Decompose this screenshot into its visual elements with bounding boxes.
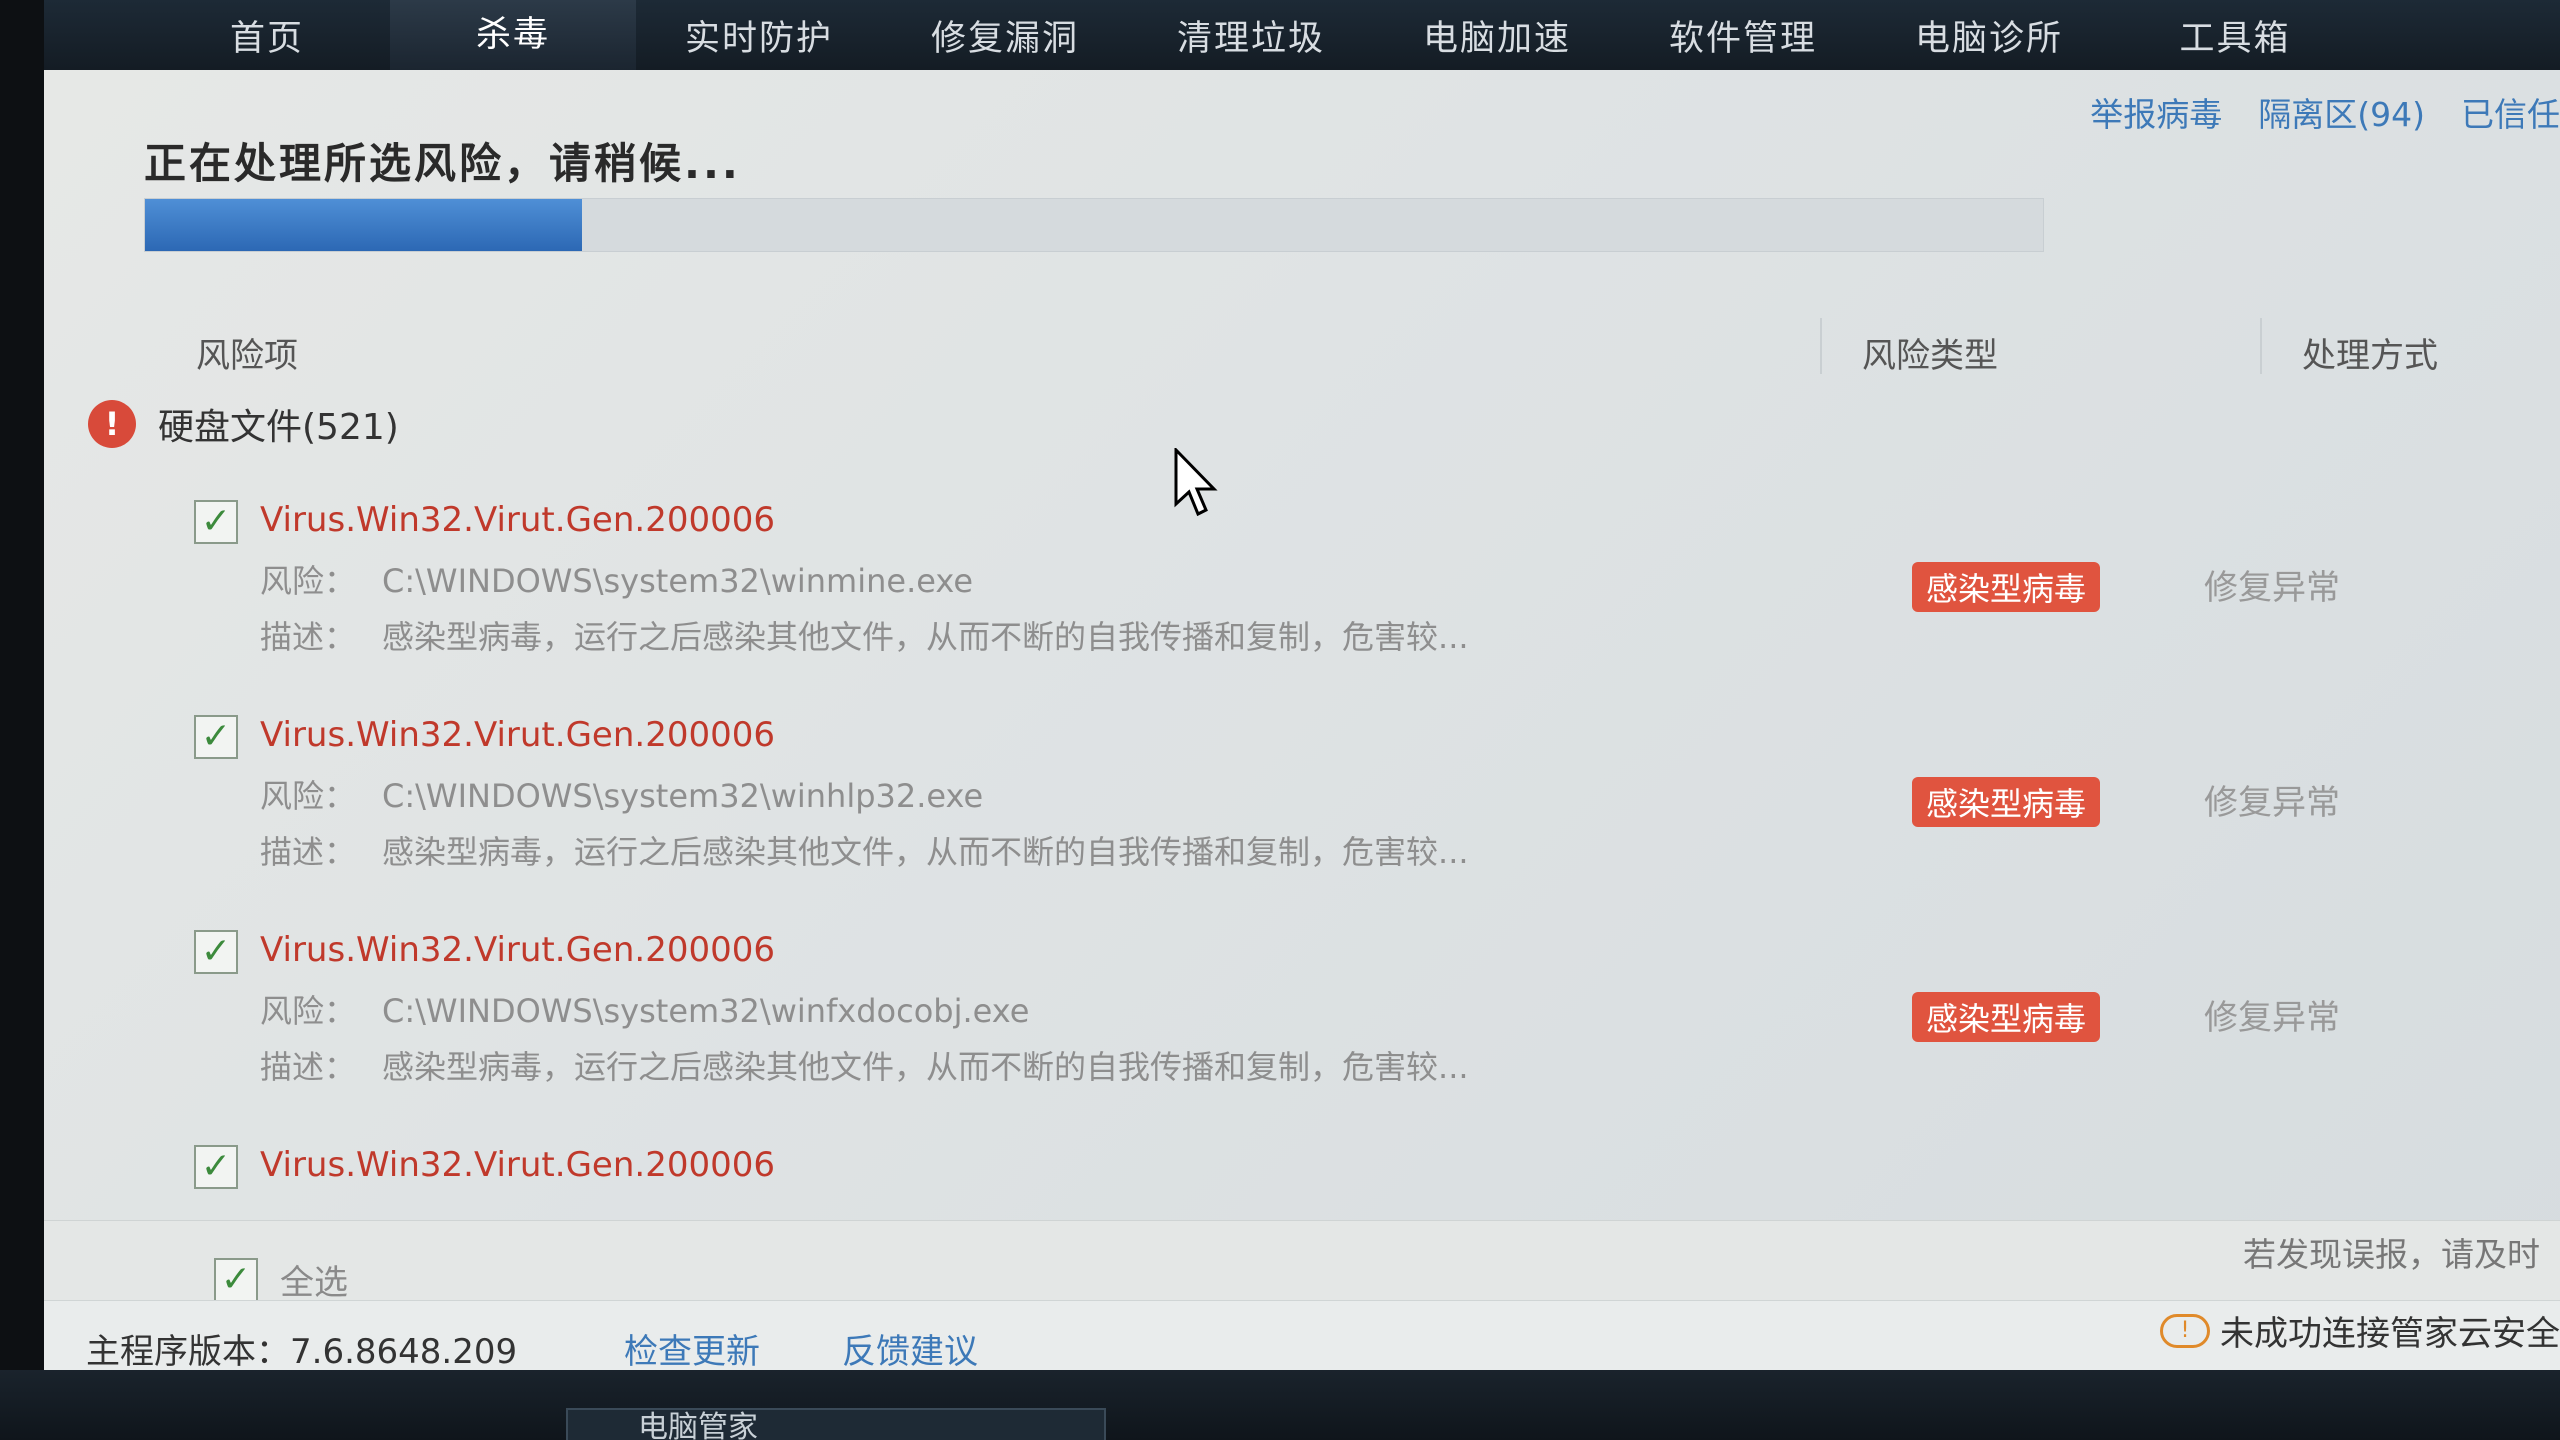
description-label: 描述：	[260, 833, 357, 871]
description-value: 感染型病毒，运行之后感染其他文件，从而不断的自我传播和复制，危害较...	[382, 618, 1469, 656]
risk-description: 描述： 感染型病毒，运行之后感染其他文件，从而不断的自我传播和复制，危害较...	[260, 1042, 1469, 1088]
mouse-cursor-icon	[1174, 448, 1218, 517]
column-risk-item: 风险项	[196, 336, 298, 376]
misreport-note: 若发现误报，请及时	[2243, 1235, 2540, 1274]
risk-label: 风险：	[260, 562, 357, 600]
description-label: 描述：	[260, 1048, 357, 1086]
risk-type-badge: 感染型病毒	[1912, 562, 2101, 612]
risk-path-value: C:\WINDOWS\system32\winmine.exe	[382, 562, 973, 600]
risk-path-value: C:\WINDOWS\system32\winhlp32.exe	[382, 777, 984, 815]
risk-path: 风险： C:\WINDOWS\system32\winfxdocobj.exe	[260, 986, 1029, 1032]
risk-path-value: C:\WINDOWS\system32\winfxdocobj.exe	[382, 992, 1030, 1030]
bottom-bar	[44, 1220, 2560, 1300]
screen-bezel	[0, 0, 44, 1440]
group-header[interactable]: ! 硬盘文件(521)	[88, 398, 399, 450]
check-update-link[interactable]: 检查更新	[624, 1324, 760, 1373]
cloud-status[interactable]: ! 未成功连接管家云安全	[2160, 1306, 2560, 1355]
item-checkbox[interactable]: ✓	[194, 1145, 238, 1189]
description-value: 感染型病毒，运行之后感染其他文件，从而不断的自我传播和复制，危害较...	[382, 1048, 1469, 1086]
action-status: 修复异常	[2204, 783, 2340, 823]
select-all-checkbox[interactable]: ✓	[214, 1257, 258, 1302]
risk-type-badge: 感染型病毒	[1912, 777, 2101, 827]
risk-description: 描述： 感染型病毒，运行之后感染其他文件，从而不断的自我传播和复制，危害较...	[260, 612, 1469, 658]
progress-bar	[144, 198, 2044, 252]
nav-clean-junk[interactable]: 清理垃圾	[1128, 10, 1374, 61]
list-item: ✓ Virus.Win32.Virut.Gen.200006	[194, 1145, 2494, 1220]
nav-realtime-protection[interactable]: 实时防护	[636, 10, 882, 61]
nav-pc-clinic[interactable]: 电脑诊所	[1866, 10, 2112, 61]
risk-label: 风险：	[260, 992, 357, 1030]
progress-fill	[145, 199, 582, 251]
scan-panel: 举报病毒 隔离区(94) 已信任 正在处理所选风险，请稍候... 风险项 风险类…	[44, 70, 2560, 1373]
risk-label: 风险：	[260, 777, 357, 815]
virus-name: Virus.Win32.Virut.Gen.200006	[260, 500, 775, 540]
virus-name: Virus.Win32.Virut.Gen.200006	[260, 715, 775, 755]
action-status: 修复异常	[2204, 998, 2340, 1038]
warning-icon: !	[88, 400, 136, 448]
report-virus-link[interactable]: 举报病毒	[2090, 88, 2222, 136]
item-checkbox[interactable]: ✓	[194, 930, 238, 974]
nav-software-manager[interactable]: 软件管理	[1620, 10, 1866, 61]
description-value: 感染型病毒，运行之后感染其他文件，从而不断的自我传播和复制，危害较...	[382, 833, 1469, 871]
top-nav: 首页 杀毒 实时防护 修复漏洞 清理垃圾 电脑加速 软件管理 电脑诊所 工具箱	[44, 0, 2560, 70]
risk-description: 描述： 感染型病毒，运行之后感染其他文件，从而不断的自我传播和复制，危害较...	[260, 827, 1469, 873]
trusted-link[interactable]: 已信任	[2461, 88, 2560, 136]
taskbar	[0, 1370, 2560, 1440]
status-title: 正在处理所选风险，请稍候...	[144, 139, 741, 188]
action-status: 修复异常	[2204, 568, 2340, 608]
column-divider	[2260, 318, 2262, 374]
nav-toolbox[interactable]: 工具箱	[2112, 10, 2358, 61]
feedback-link[interactable]: 反馈建议	[842, 1324, 978, 1373]
quarantine-link[interactable]: 隔离区(94)	[2258, 88, 2425, 136]
cloud-warning-icon: !	[2160, 1313, 2210, 1348]
nav-speedup[interactable]: 电脑加速	[1374, 10, 1620, 61]
cloud-status-text: 未成功连接管家云安全	[2220, 1314, 2560, 1354]
column-divider	[1820, 318, 1822, 374]
risk-type-badge: 感染型病毒	[1912, 992, 2101, 1042]
group-label: 硬盘文件(521)	[158, 407, 399, 448]
taskbar-app-button[interactable]: 电脑管家	[566, 1408, 1106, 1440]
select-all[interactable]: ✓ 全选	[214, 1255, 348, 1304]
risk-path: 风险： C:\WINDOWS\system32\winhlp32.exe	[260, 771, 983, 817]
item-checkbox[interactable]: ✓	[194, 500, 238, 544]
risk-path: 风险： C:\WINDOWS\system32\winmine.exe	[260, 556, 973, 602]
version-label: 主程序版本：7.6.8648.209	[86, 1332, 518, 1372]
description-label: 描述：	[260, 618, 357, 656]
column-action: 处理方式	[2302, 336, 2438, 376]
virus-name: Virus.Win32.Virut.Gen.200006	[260, 1145, 775, 1185]
column-risk-type: 风险类型	[1862, 336, 1998, 376]
top-links: 举报病毒 隔离区(94) 已信任	[2090, 88, 2560, 136]
nav-fix-vulnerabilities[interactable]: 修复漏洞	[882, 10, 1128, 61]
nav-home[interactable]: 首页	[144, 10, 390, 61]
nav-antivirus[interactable]: 杀毒	[390, 0, 636, 70]
virus-name: Virus.Win32.Virut.Gen.200006	[260, 930, 775, 970]
item-checkbox[interactable]: ✓	[194, 715, 238, 759]
select-all-label: 全选	[280, 1263, 348, 1303]
